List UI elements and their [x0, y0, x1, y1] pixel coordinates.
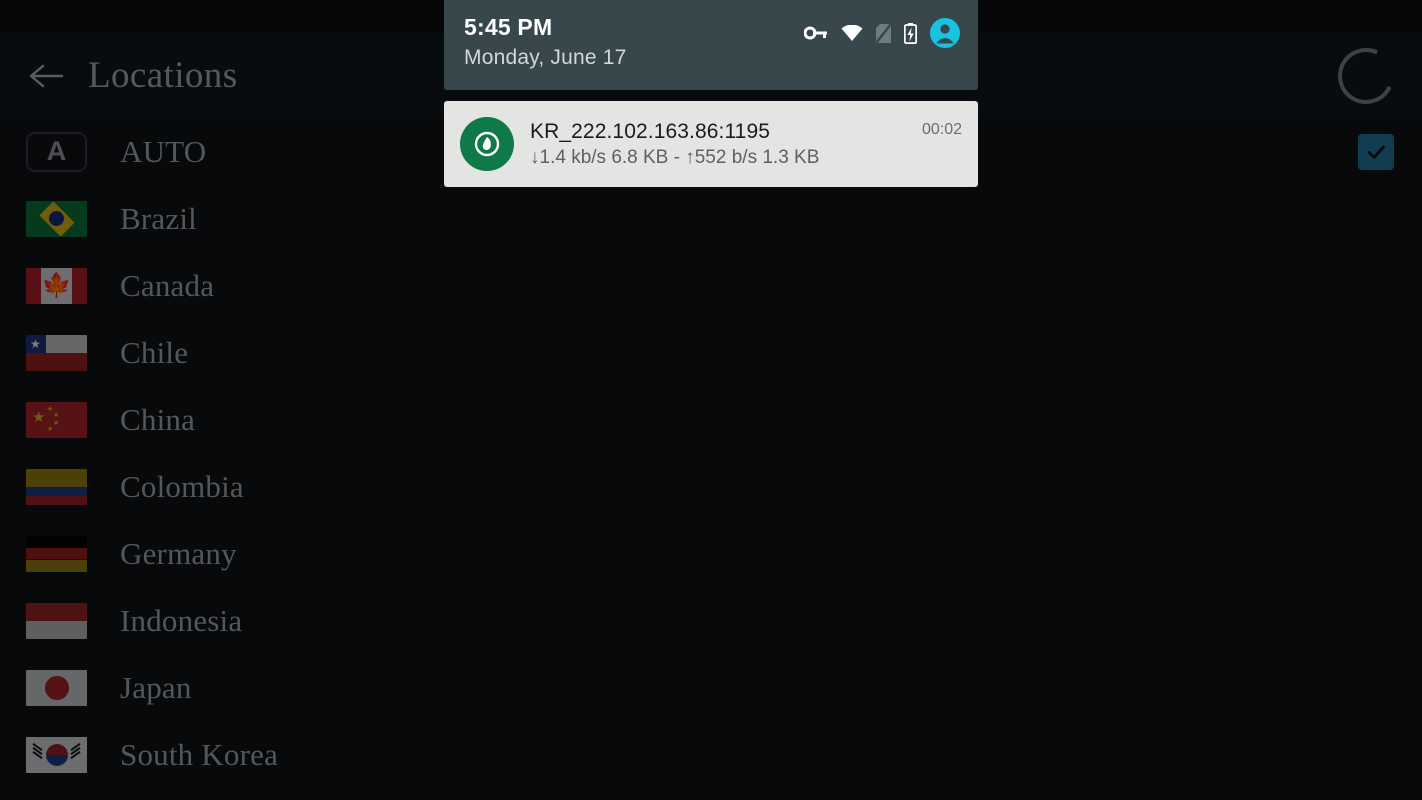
list-item-label: Indonesia	[120, 602, 243, 638]
list-item[interactable]: Germany	[0, 520, 1422, 587]
notification-shade: 5:45 PM Monday, June 17 KR_222.102.163.8…	[444, 0, 978, 187]
list-item-label: Chile	[120, 334, 189, 370]
list-item[interactable]: ★ ★ ★ ★ ★ China	[0, 386, 1422, 453]
page-title: Locations	[88, 55, 238, 96]
flag-brazil	[26, 200, 87, 237]
flag-colombia	[26, 468, 87, 505]
flag-germany	[26, 535, 87, 572]
battery-charging-icon	[904, 22, 917, 44]
list-item-label: Japan	[120, 669, 192, 705]
list-item-label: Germany	[120, 535, 237, 571]
list-item[interactable]: South Korea	[0, 721, 1422, 788]
list-item[interactable]: Brazil	[0, 185, 1422, 252]
list-item-label: Colombia	[120, 468, 244, 504]
flag-canada: 🍁	[26, 267, 87, 304]
shade-header[interactable]: 5:45 PM Monday, June 17	[444, 0, 978, 90]
spinner-icon	[1330, 39, 1402, 112]
back-button[interactable]	[14, 43, 80, 109]
list-item-label: Brazil	[120, 200, 197, 236]
notification-subtitle: ↓1.4 kb/s 6.8 KB - ↑552 b/s 1.3 KB	[530, 146, 820, 168]
list-item[interactable]: Japan	[0, 654, 1422, 721]
list-item-label: South Korea	[120, 736, 279, 772]
list-item-label: AUTO	[120, 133, 207, 169]
locations-list[interactable]: A AUTO Brazil 🍁 Canada ★ Chile ★ ★ ★ ★ ★…	[0, 118, 1422, 800]
status-icon-group	[804, 18, 960, 48]
flag-south-korea	[26, 736, 87, 773]
vpn-key-icon	[804, 25, 828, 41]
auto-badge-letter: A	[46, 136, 67, 166]
notification-time: 00:02	[921, 121, 962, 138]
auto-badge: A	[26, 131, 87, 172]
list-item-label: China	[120, 401, 196, 437]
check-icon	[1364, 140, 1388, 164]
vpn-shield-icon	[460, 117, 514, 171]
loading-spinner	[1330, 39, 1402, 112]
vpn-notification[interactable]: KR_222.102.163.86:1195 ↓1.4 kb/s 6.8 KB …	[444, 101, 978, 187]
status-bar-date: Monday, June 17	[464, 46, 627, 69]
flag-indonesia	[26, 602, 87, 639]
notification-body: KR_222.102.163.86:1195 ↓1.4 kb/s 6.8 KB …	[530, 120, 922, 169]
screen-root: Locations A AUTO Brazil 🍁 Canada ★ Chile…	[0, 0, 1422, 800]
no-sim-icon	[876, 23, 891, 43]
flag-chile: ★	[26, 334, 87, 371]
wifi-icon	[841, 24, 863, 42]
notification-title: KR_222.102.163.86:1195	[530, 119, 771, 143]
list-item[interactable]: ★ Chile	[0, 319, 1422, 386]
flag-japan	[26, 669, 87, 706]
user-avatar-icon[interactable]	[930, 18, 960, 48]
flag-china: ★ ★ ★ ★ ★	[26, 401, 87, 438]
list-item[interactable]: Indonesia	[0, 587, 1422, 654]
list-item-label: Canada	[120, 267, 215, 303]
arrow-left-icon	[29, 62, 65, 90]
list-item[interactable]: 🍁 Canada	[0, 252, 1422, 319]
list-item[interactable]: Colombia	[0, 453, 1422, 520]
selected-checkbox[interactable]	[1358, 133, 1394, 170]
